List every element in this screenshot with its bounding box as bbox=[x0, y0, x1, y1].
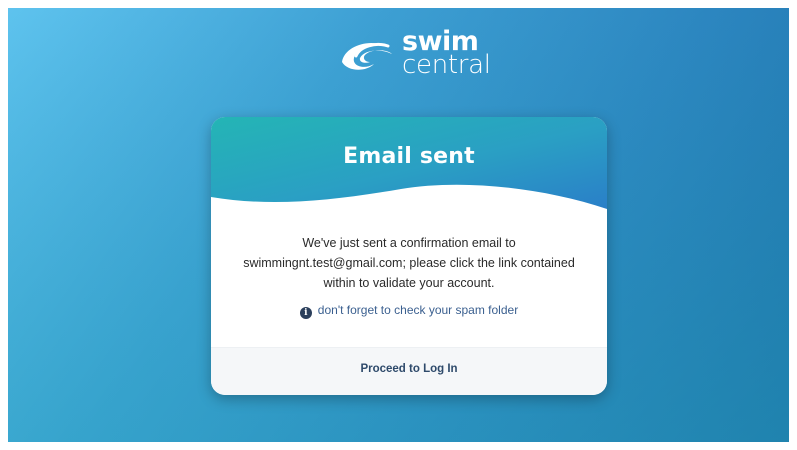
swirl-icon bbox=[342, 42, 392, 70]
message-line: We've just sent a confirmation email to bbox=[302, 236, 516, 250]
logo-word-central: central bbox=[402, 50, 491, 81]
hint-text: don't forget to check your spam folder bbox=[317, 303, 519, 317]
card-footer: Proceed to Log In bbox=[211, 347, 607, 395]
card-title: Email sent bbox=[343, 144, 475, 169]
email-sent-card: Email sent We've just sent a confirmatio… bbox=[211, 117, 607, 395]
info-circle-icon: i bbox=[299, 307, 312, 319]
message-line: swimmingnt.test@gmail.com; please click … bbox=[243, 256, 575, 270]
proceed-to-login-link[interactable]: Proceed to Log In bbox=[211, 363, 607, 375]
spam-folder-hint: i don't forget to check your spam folder bbox=[211, 303, 607, 319]
swim-central-logo: swim central bbox=[334, 28, 491, 80]
message-line: within to validate your account. bbox=[323, 276, 495, 290]
page-background: swim central Email sent We've just sent … bbox=[8, 8, 789, 442]
card-header: Email sent bbox=[211, 117, 607, 209]
confirmation-message: We've just sent a confirmation email to … bbox=[211, 233, 607, 293]
